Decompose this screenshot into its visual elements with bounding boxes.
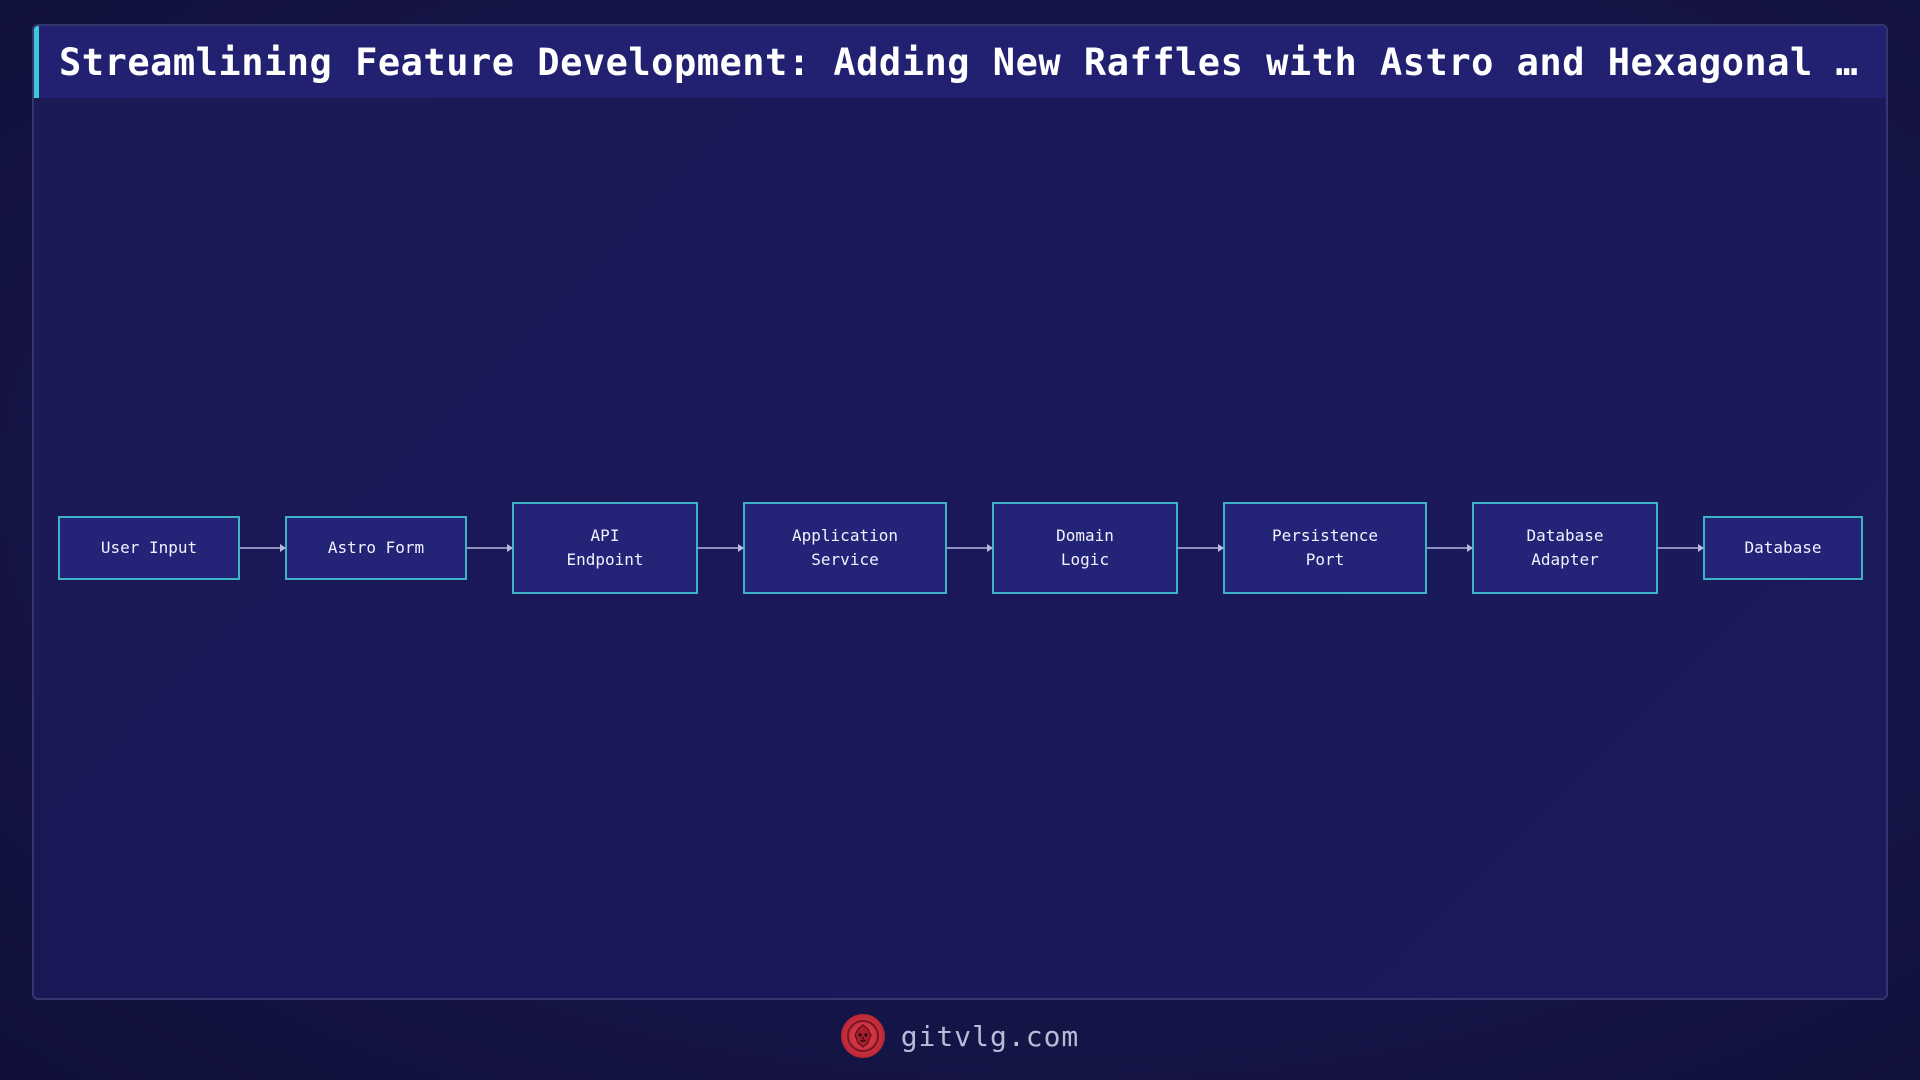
node-user-input: User Input bbox=[58, 516, 240, 580]
site-link[interactable]: gitvlg.com bbox=[901, 1020, 1080, 1053]
node-astro-form: Astro Form bbox=[285, 516, 467, 580]
edge-astro-form-to-api-endpoint bbox=[467, 544, 513, 552]
edge-domain-logic-to-persistence-port bbox=[1178, 544, 1224, 552]
arrowhead-icon bbox=[1698, 544, 1704, 552]
lion-face-icon bbox=[846, 1020, 879, 1052]
edge-application-service-to-domain-logic bbox=[947, 544, 993, 552]
arrowhead-icon bbox=[280, 544, 286, 552]
arrowhead-icon bbox=[987, 544, 993, 552]
node-database: Database bbox=[1703, 516, 1863, 580]
arrowhead-icon bbox=[507, 544, 513, 552]
arrowhead-icon bbox=[738, 544, 744, 552]
edge-user-input-to-astro-form bbox=[240, 544, 286, 552]
arrowhead-icon bbox=[1218, 544, 1224, 552]
footer: gitvlg.com bbox=[0, 1010, 1920, 1062]
node-persistence-port: Persistence Port bbox=[1223, 502, 1427, 594]
node-api-endpoint: API Endpoint bbox=[512, 502, 698, 594]
node-application-service: Application Service bbox=[743, 502, 947, 594]
edge-database-adapter-to-database bbox=[1658, 544, 1704, 552]
flow-diagram: User Input Astro Form API Endpoint Appli… bbox=[34, 26, 1886, 998]
edge-persistence-port-to-database-adapter bbox=[1427, 544, 1473, 552]
edge-api-endpoint-to-application-service bbox=[698, 544, 744, 552]
node-database-adapter: Database Adapter bbox=[1472, 502, 1658, 594]
arrowhead-icon bbox=[1467, 544, 1473, 552]
slide-frame: Streamlining Feature Development: Adding… bbox=[32, 24, 1888, 1000]
node-domain-logic: Domain Logic bbox=[992, 502, 1178, 594]
lion-logo-icon bbox=[840, 1014, 885, 1058]
